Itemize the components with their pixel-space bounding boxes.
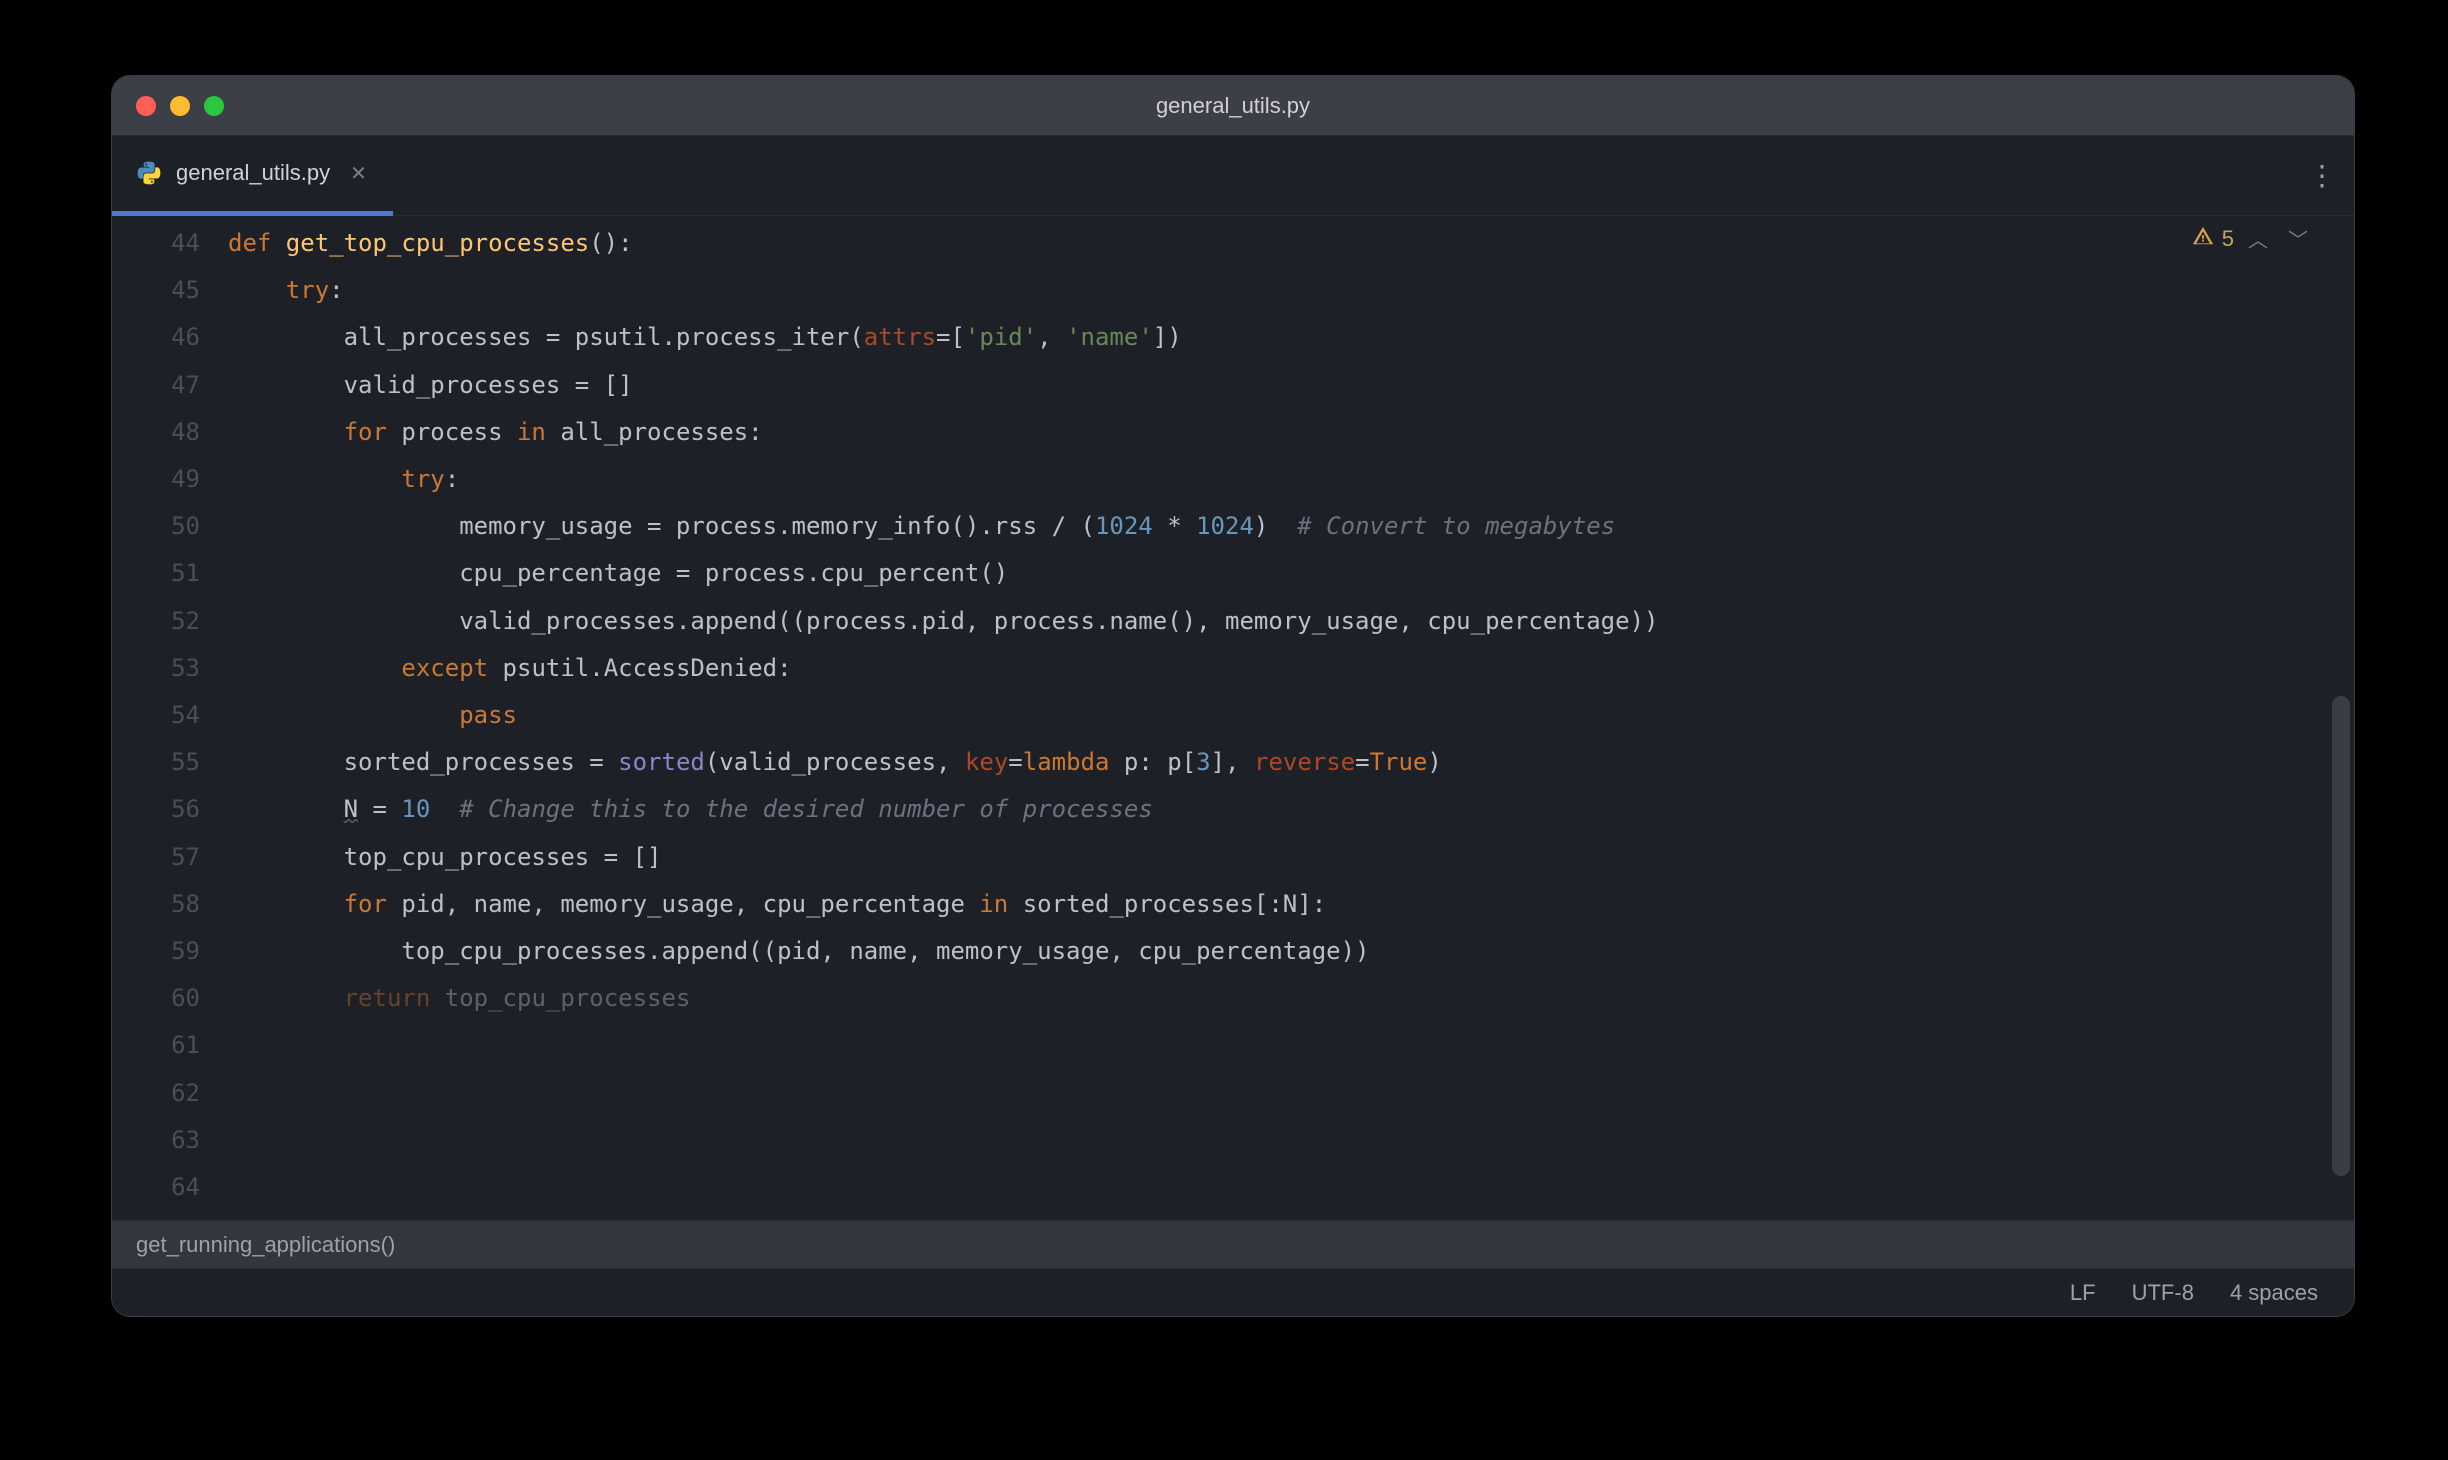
window-title: general_utils.py: [1156, 93, 1310, 119]
indent-selector[interactable]: 4 spaces: [2230, 1280, 2318, 1306]
close-window-button[interactable]: [136, 96, 156, 116]
line-number: 47: [112, 362, 220, 409]
code-content[interactable]: 5 ︿ ﹀ def get_top_cpu_processes(): try: …: [220, 216, 2354, 1220]
code-line[interactable]: all_processes = psutil.process_iter(attr…: [220, 314, 2354, 361]
code-line[interactable]: top_cpu_processes = []: [220, 834, 2354, 881]
line-number: 64: [112, 1164, 220, 1211]
code-line[interactable]: memory_usage = process.memory_info().rss…: [220, 503, 2354, 550]
inspections-widget[interactable]: 5 ︿ ﹀: [2192, 224, 2314, 253]
code-line[interactable]: cpu_percentage = process.cpu_percent(): [220, 550, 2354, 597]
line-number: 51: [112, 550, 220, 597]
line-number: 52: [112, 598, 220, 645]
code-line[interactable]: for process in all_processes:: [220, 409, 2354, 456]
line-number: 61: [112, 1022, 220, 1069]
warning-icon: [2192, 225, 2214, 253]
line-number: 50: [112, 503, 220, 550]
line-number: 44: [112, 220, 220, 267]
code-line[interactable]: top_cpu_processes.append((pid, name, mem…: [220, 928, 2354, 975]
tab-general-utils[interactable]: general_utils.py ✕: [112, 136, 393, 216]
code-line[interactable]: def get_top_cpu_processes():: [220, 220, 2354, 267]
line-number: 57: [112, 834, 220, 881]
titlebar: general_utils.py: [112, 76, 2354, 136]
code-line[interactable]: try:: [220, 267, 2354, 314]
tab-overflow-menu[interactable]: ⋮: [2308, 159, 2334, 192]
code-line[interactable]: for pid, name, memory_usage, cpu_percent…: [220, 881, 2354, 928]
traffic-lights: [136, 96, 224, 116]
tab-close-button[interactable]: ✕: [344, 159, 373, 188]
code-line[interactable]: valid_processes.append((process.pid, pro…: [220, 598, 2354, 645]
line-number: 63: [112, 1117, 220, 1164]
status-bar: LF UTF-8 4 spaces: [112, 1268, 2354, 1316]
code-line[interactable]: try:: [220, 456, 2354, 503]
code-line[interactable]: pass: [220, 692, 2354, 739]
line-number: 53: [112, 645, 220, 692]
line-number: 48: [112, 409, 220, 456]
line-number: 60: [112, 975, 220, 1022]
next-highlight-button[interactable]: ﹀: [2282, 224, 2314, 253]
line-number: 45: [112, 267, 220, 314]
line-number: 55: [112, 739, 220, 786]
tab-label: general_utils.py: [176, 160, 330, 186]
warning-count: 5: [2222, 226, 2234, 252]
line-number: 46: [112, 314, 220, 361]
code-line[interactable]: valid_processes = []: [220, 362, 2354, 409]
code-line[interactable]: return top_cpu_processes: [220, 975, 2354, 1022]
code-line[interactable]: except psutil.AccessDenied:: [220, 645, 2354, 692]
tabbar: general_utils.py ✕ ⋮: [112, 136, 2354, 216]
code-line[interactable]: N = 10 # Change this to the desired numb…: [220, 786, 2354, 833]
editor-area[interactable]: 4445464748495051525354555657585960616263…: [112, 216, 2354, 1220]
line-number: 58: [112, 881, 220, 928]
line-number: 56: [112, 786, 220, 833]
editor-window: general_utils.py general_utils.py ✕ ⋮ 44…: [112, 76, 2354, 1316]
python-file-icon: [136, 160, 162, 186]
breadcrumb-item[interactable]: get_running_applications(): [136, 1232, 395, 1258]
code-line[interactable]: sorted_processes = sorted(valid_processe…: [220, 739, 2354, 786]
line-number: 62: [112, 1070, 220, 1117]
vertical-scrollbar[interactable]: [2332, 696, 2350, 1176]
line-number: 59: [112, 928, 220, 975]
breadcrumb-bar[interactable]: get_running_applications(): [112, 1220, 2354, 1268]
line-number-gutter: 4445464748495051525354555657585960616263…: [112, 216, 220, 1220]
maximize-window-button[interactable]: [204, 96, 224, 116]
prev-highlight-button[interactable]: ︿: [2242, 224, 2274, 253]
minimize-window-button[interactable]: [170, 96, 190, 116]
encoding-selector[interactable]: UTF-8: [2132, 1280, 2194, 1306]
line-number: 54: [112, 692, 220, 739]
line-ending-selector[interactable]: LF: [2070, 1280, 2096, 1306]
line-number: 49: [112, 456, 220, 503]
